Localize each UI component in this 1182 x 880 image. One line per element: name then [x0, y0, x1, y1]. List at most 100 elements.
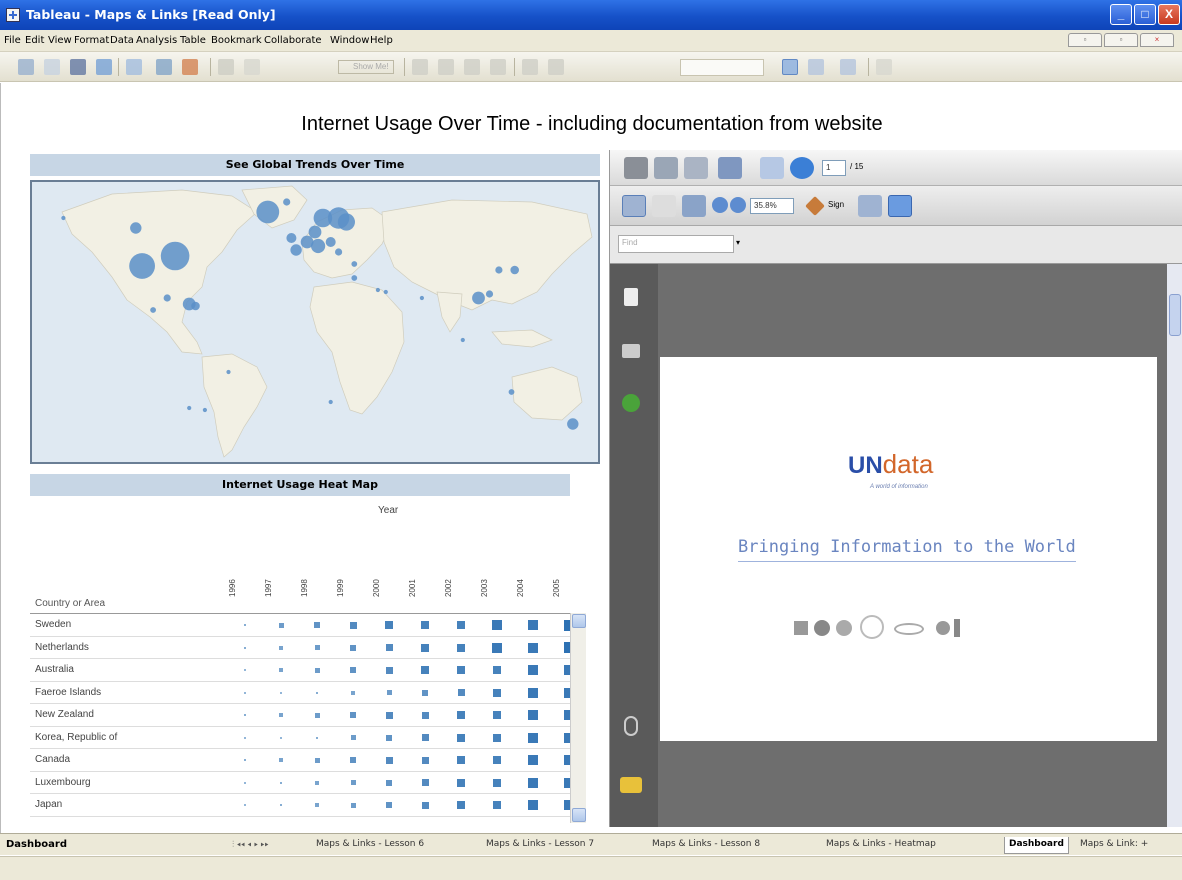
heatmap-cell[interactable]	[551, 614, 570, 636]
sign-button[interactable]: Sign	[805, 195, 852, 217]
map-bubble[interactable]	[328, 399, 333, 405]
scroll-down-icon[interactable]	[572, 808, 586, 822]
map-bubble[interactable]	[472, 291, 485, 305]
heatmap-cell[interactable]	[227, 794, 263, 816]
help-icon[interactable]	[622, 394, 640, 412]
heatmap-cell[interactable]	[263, 704, 299, 726]
menu-data[interactable]: Data	[110, 35, 134, 46]
heatmap-cell[interactable]	[335, 659, 371, 681]
scroll-thumb[interactable]	[1169, 294, 1181, 336]
save-pdf-icon[interactable]	[654, 157, 678, 179]
heatmap-cell[interactable]	[299, 749, 335, 771]
mini-tab-icon[interactable]: ▫	[1104, 33, 1138, 47]
heatmap-cell[interactable]	[227, 637, 263, 659]
heatmap-cell[interactable]	[515, 704, 551, 726]
map-bubble[interactable]	[375, 287, 380, 293]
heatmap-cell[interactable]	[443, 794, 479, 816]
heatmap-cell[interactable]	[407, 749, 443, 771]
heatmap-cell[interactable]	[371, 614, 407, 636]
tab-lesson-8[interactable]: Maps & Links - Lesson 8	[652, 837, 760, 854]
heatmap-cell[interactable]	[479, 749, 515, 771]
tab-heatmap[interactable]: Maps & Links - Heatmap	[826, 837, 936, 854]
map-bubble[interactable]	[150, 307, 156, 313]
heatmap-cell[interactable]	[407, 704, 443, 726]
heatmap-cell[interactable]	[227, 614, 263, 636]
menu-format[interactable]: Format	[74, 35, 109, 46]
menu-analysis[interactable]: Analysis	[136, 35, 177, 46]
heatmap-cell[interactable]	[227, 704, 263, 726]
heatmap-cell[interactable]	[551, 659, 570, 681]
heatmap-cell[interactable]	[443, 727, 479, 749]
fullscreen-icon[interactable]	[888, 195, 912, 217]
page-number-input[interactable]: 1	[822, 160, 846, 176]
heatmap-cell[interactable]	[479, 682, 515, 704]
heatmap-cell[interactable]	[515, 682, 551, 704]
map-bubble[interactable]	[286, 233, 297, 243]
tableau-app-icon[interactable]	[6, 8, 20, 22]
map-bubble[interactable]	[187, 405, 192, 411]
save-icon[interactable]	[70, 59, 86, 75]
heatmap-cell[interactable]	[335, 772, 371, 794]
heatmap-cell[interactable]	[263, 749, 299, 771]
totals-icon[interactable]	[464, 59, 480, 75]
zoom-level-input[interactable]: 35.8%	[750, 198, 794, 214]
heatmap-cell[interactable]	[263, 794, 299, 816]
heatmap-cell[interactable]	[227, 659, 263, 681]
heatmap-cell[interactable]	[551, 704, 570, 726]
maximize-button[interactable]: □	[1134, 4, 1156, 25]
heatmap-cell[interactable]	[443, 749, 479, 771]
heatmap-cell[interactable]	[479, 794, 515, 816]
map-bubble[interactable]	[351, 275, 358, 281]
menu-window[interactable]: Window	[330, 35, 369, 46]
heatmap-cell[interactable]	[299, 659, 335, 681]
attachments-icon[interactable]	[624, 716, 638, 736]
find-input[interactable]: Find	[618, 235, 734, 253]
heatmap-cell[interactable]	[299, 727, 335, 749]
heatmap-cell[interactable]	[371, 682, 407, 704]
heatmap-scrollbar[interactable]	[570, 613, 586, 823]
heatmap-cell[interactable]	[335, 637, 371, 659]
heatmap-cell[interactable]	[515, 614, 551, 636]
zoom-out-icon[interactable]	[712, 197, 728, 213]
save-copy-icon[interactable]	[858, 195, 882, 217]
heatmap-cell[interactable]	[479, 614, 515, 636]
zoom-tool-icon[interactable]	[808, 59, 824, 75]
previous-page-icon[interactable]	[760, 157, 784, 179]
heatmap-cell[interactable]	[299, 614, 335, 636]
heatmap-cell[interactable]	[371, 794, 407, 816]
heatmap-cell[interactable]	[263, 727, 299, 749]
map-bubble[interactable]	[510, 265, 519, 275]
heatmap-cell[interactable]	[263, 614, 299, 636]
print-icon[interactable]	[624, 157, 648, 179]
heatmap-cell[interactable]	[263, 682, 299, 704]
heatmap-cell[interactable]	[479, 772, 515, 794]
hand-tool-icon[interactable]	[652, 195, 676, 217]
heatmap-cell[interactable]	[407, 637, 443, 659]
map-bubble[interactable]	[226, 369, 231, 375]
heatmap-cell[interactable]	[551, 794, 570, 816]
heatmap-cell[interactable]	[335, 727, 371, 749]
heatmap-row[interactable]: Netherlands	[30, 637, 570, 659]
heatmap-cell[interactable]	[371, 659, 407, 681]
heatmap-cell[interactable]	[551, 727, 570, 749]
heatmap-cell[interactable]	[515, 749, 551, 771]
heatmap-cell[interactable]	[299, 794, 335, 816]
heatmap-cell[interactable]	[371, 704, 407, 726]
heatmap-cell[interactable]	[299, 682, 335, 704]
heatmap-cell[interactable]	[407, 659, 443, 681]
map-bubble[interactable]	[129, 253, 155, 279]
heatmap-cell[interactable]	[263, 637, 299, 659]
menu-collaborate[interactable]: Collaborate	[264, 35, 322, 46]
map-bubble[interactable]	[460, 337, 465, 343]
present-icon[interactable]	[876, 59, 892, 75]
heatmap-cell[interactable]	[551, 682, 570, 704]
map-bubble[interactable]	[335, 248, 343, 256]
tab-maps-links-more[interactable]: Maps & Link: +	[1080, 837, 1148, 854]
heatmap-row[interactable]: Luxembourg	[30, 772, 570, 794]
mini-tab-icon[interactable]: ▫	[1068, 33, 1102, 47]
map-bubble[interactable]	[256, 200, 280, 224]
heatmap-cell[interactable]	[551, 749, 570, 771]
heatmap-cell[interactable]	[407, 614, 443, 636]
map-bubble[interactable]	[191, 301, 200, 311]
color-icon[interactable]	[548, 59, 564, 75]
